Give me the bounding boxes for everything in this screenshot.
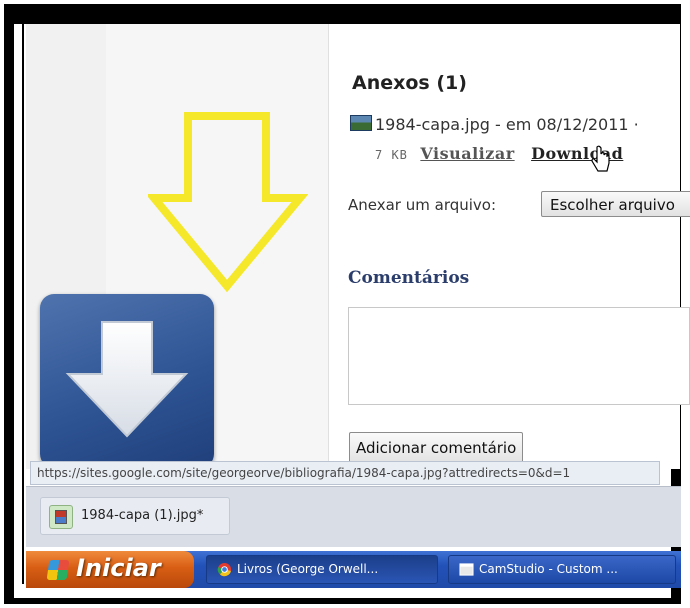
status-bar-url: https://sites.google.com/site/georgeorve…	[30, 461, 660, 485]
column-divider	[328, 24, 329, 469]
comments-title: Comentários	[348, 268, 470, 288]
download-tile	[40, 294, 214, 468]
downloads-bar: 1984-capa (1).jpg*	[26, 486, 681, 547]
download-item-label: 1984-capa (1).jpg*	[81, 508, 204, 523]
window-icon	[459, 563, 474, 576]
yellow-down-arrow-icon	[148, 112, 308, 293]
taskbar-item-camstudio[interactable]: CamStudio - Custom ...	[448, 555, 676, 584]
start-button[interactable]: Iniciar	[26, 551, 194, 588]
image-file-icon	[350, 115, 372, 131]
comment-textarea[interactable]	[348, 307, 690, 405]
attachments-title: Anexos (1)	[352, 72, 467, 94]
download-item[interactable]: 1984-capa (1).jpg*	[40, 497, 230, 535]
windows-logo-icon	[46, 560, 70, 580]
chrome-icon	[217, 562, 232, 577]
attachment-size: 7 KB	[375, 148, 408, 162]
attach-file-label: Anexar um arquivo:	[348, 196, 497, 214]
choose-file-button[interactable]: Escolher arquivo	[541, 191, 690, 217]
image-file-icon	[49, 505, 73, 529]
download-arrow-icon	[65, 321, 189, 438]
windows-taskbar: Iniciar Livros (George Orwell... CamStud…	[26, 551, 681, 588]
attachment-file-name: 1984-capa.jpg - em 08/12/2011 ·	[375, 115, 639, 134]
view-link[interactable]: Visualizar	[420, 144, 514, 163]
taskbar-item-label: Livros (George Orwell...	[237, 562, 379, 576]
frame-edge	[22, 24, 24, 584]
taskbar-item-label: CamStudio - Custom ...	[479, 562, 618, 576]
start-label: Iniciar	[76, 554, 161, 582]
hand-cursor-icon	[591, 145, 610, 172]
add-comment-button[interactable]: Adicionar comentário	[349, 432, 524, 464]
taskbar-item-browser[interactable]: Livros (George Orwell...	[206, 555, 438, 584]
attachment-file-line: 1984-capa.jpg - em 08/12/2011 ·	[350, 115, 639, 134]
